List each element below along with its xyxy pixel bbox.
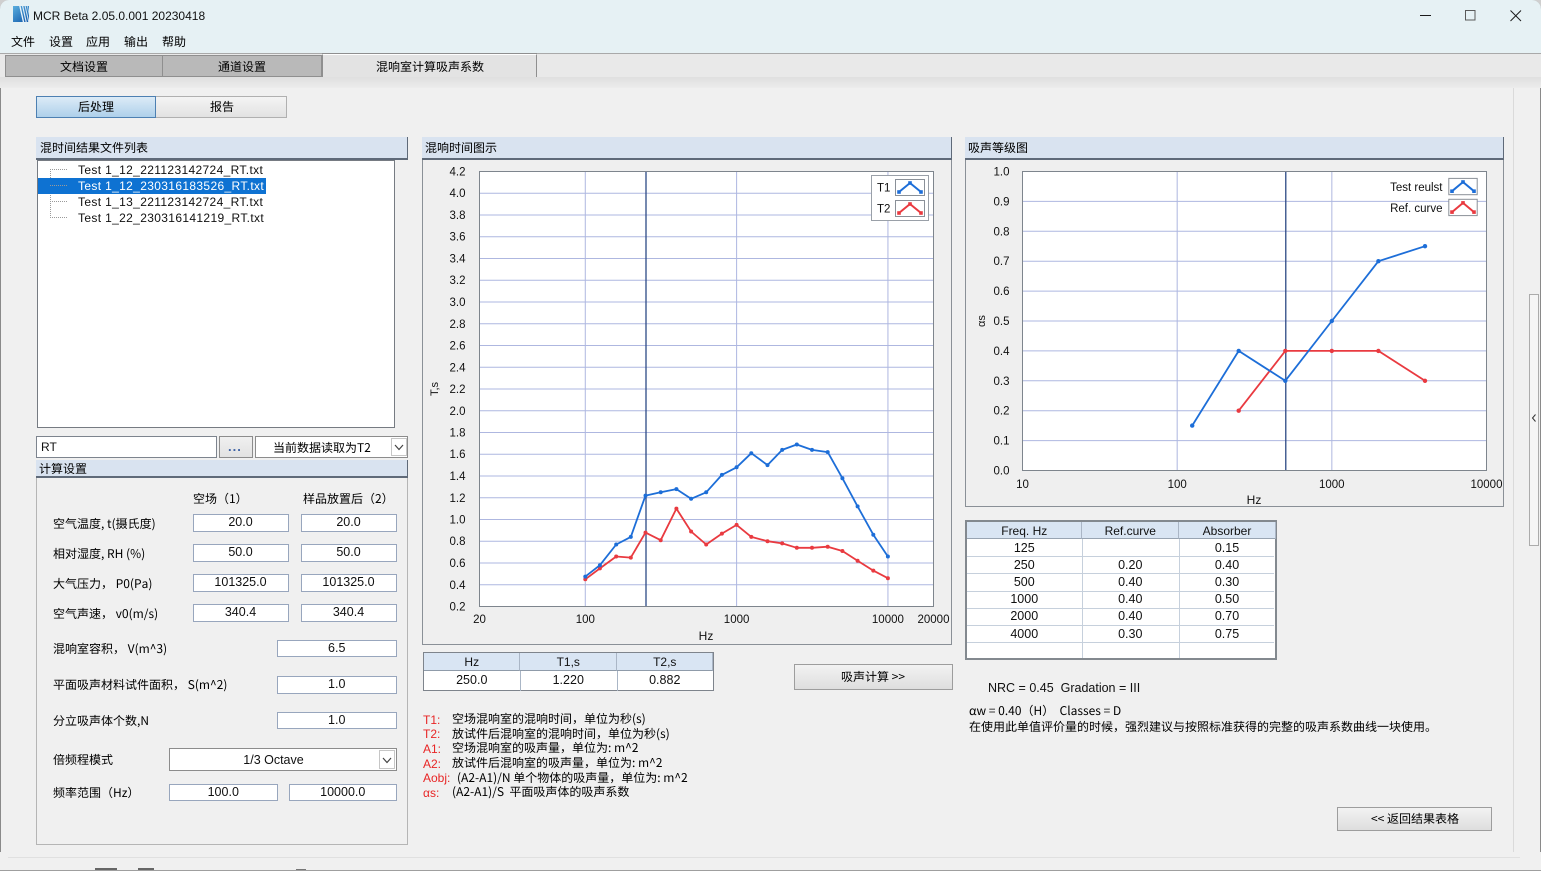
svg-text:0.2: 0.2 <box>994 406 1010 418</box>
svg-text:0.4: 0.4 <box>994 346 1011 358</box>
svg-text:0.9: 0.9 <box>994 196 1010 208</box>
svg-text:0.3: 0.3 <box>994 376 1010 388</box>
svg-text:0.6: 0.6 <box>450 558 466 570</box>
svg-text:10: 10 <box>1016 479 1029 491</box>
svg-text:0.1: 0.1 <box>994 436 1010 448</box>
svg-text:1000: 1000 <box>724 614 750 626</box>
svg-text:0.8: 0.8 <box>994 226 1010 238</box>
svg-text:100: 100 <box>1168 479 1187 491</box>
svg-text:2.0: 2.0 <box>450 406 466 418</box>
svg-text:1000: 1000 <box>1319 479 1345 491</box>
svg-text:1.2: 1.2 <box>450 493 466 505</box>
svg-text:10000: 10000 <box>1471 479 1503 491</box>
svg-text:T2: T2 <box>877 204 890 216</box>
svg-text:0.6: 0.6 <box>994 286 1010 298</box>
svg-text:3.0: 3.0 <box>450 297 466 309</box>
svg-text:Test reulst: Test reulst <box>1390 182 1443 194</box>
svg-text:2.4: 2.4 <box>450 362 467 374</box>
svg-text:20000: 20000 <box>918 614 950 626</box>
svg-text:20: 20 <box>473 614 486 626</box>
svg-text:T1: T1 <box>877 183 890 195</box>
svg-text:1.8: 1.8 <box>450 428 466 440</box>
svg-text:0.4: 0.4 <box>450 580 467 592</box>
svg-text:3.4: 3.4 <box>450 254 467 266</box>
svg-text:0.5: 0.5 <box>994 316 1010 328</box>
svg-text:1.6: 1.6 <box>450 449 466 461</box>
svg-text:1.0: 1.0 <box>994 167 1010 179</box>
svg-text:4.0: 4.0 <box>450 188 466 200</box>
svg-text:100: 100 <box>576 614 595 626</box>
svg-text:0.7: 0.7 <box>994 256 1010 268</box>
svg-text:Hz: Hz <box>699 629 714 643</box>
svg-text:αs: αs <box>976 315 988 327</box>
svg-text:10000: 10000 <box>872 614 904 626</box>
svg-text:4.2: 4.2 <box>450 167 466 179</box>
svg-text:1.0: 1.0 <box>450 515 466 527</box>
svg-text:T,s: T,s <box>429 381 441 396</box>
svg-text:3.8: 3.8 <box>450 210 466 222</box>
svg-text:0.2: 0.2 <box>450 602 466 614</box>
svg-text:Ref. curve: Ref. curve <box>1390 203 1442 215</box>
svg-text:3.6: 3.6 <box>450 232 466 244</box>
svg-text:Hz: Hz <box>1247 493 1262 507</box>
svg-text:2.6: 2.6 <box>450 341 466 353</box>
svg-text:2.2: 2.2 <box>450 384 466 396</box>
svg-text:2.8: 2.8 <box>450 319 466 331</box>
svg-text:0.0: 0.0 <box>994 466 1010 478</box>
svg-text:0.8: 0.8 <box>450 536 466 548</box>
svg-text:1.4: 1.4 <box>450 471 467 483</box>
svg-text:3.2: 3.2 <box>450 275 466 287</box>
